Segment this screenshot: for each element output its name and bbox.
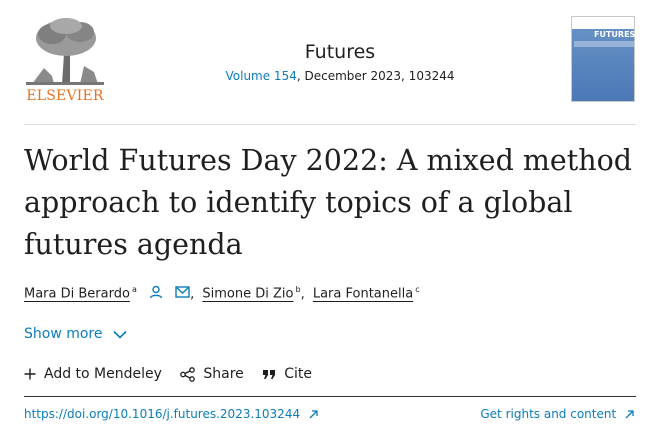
- author-list: Mara Di Berardo a , Simone Di Zio b, Lara …: [24, 285, 420, 303]
- actions-divider: [24, 396, 636, 397]
- share-label: Share: [203, 366, 244, 382]
- rights-link-text: Get rights and content: [480, 407, 617, 421]
- external-link-icon: [309, 410, 318, 419]
- author-2-name[interactable]: Simone Di Zio: [202, 287, 293, 302]
- show-more-button[interactable]: Show more: [24, 326, 127, 342]
- cover-header-band: [572, 17, 634, 29]
- cover-journal-name: FUTURES: [594, 30, 636, 39]
- elsevier-logo[interactable]: ELSEVIER: [24, 16, 106, 104]
- elsevier-wordmark: ELSEVIER: [26, 88, 104, 104]
- journal-issue: Volume 154, December 2023, 103244: [200, 69, 480, 83]
- rights-content-link[interactable]: Get rights and content: [480, 407, 634, 421]
- cite-label: Cite: [284, 366, 313, 382]
- article-title: World Futures Day 2022: A mixed method a…: [24, 144, 632, 261]
- add-to-mendeley-button[interactable]: Add to Mendeley: [24, 366, 162, 382]
- elsevier-tree-icon: [24, 16, 106, 86]
- author-3-name[interactable]: Lara Fontanella: [313, 287, 413, 302]
- author-3-affiliation[interactable]: c: [415, 285, 419, 294]
- plus-icon: [24, 368, 36, 380]
- author-1-affiliation[interactable]: a: [132, 285, 137, 294]
- journal-info: Futures Volume 154, December 2023, 10324…: [200, 40, 480, 83]
- cover-stripe: [574, 41, 634, 47]
- doi-link[interactable]: https://doi.org/10.1016/j.futures.2023.1…: [24, 407, 318, 421]
- author-separator: ,: [300, 286, 305, 302]
- add-to-mendeley-label: Add to Mendeley: [44, 366, 162, 382]
- doi-link-text: https://doi.org/10.1016/j.futures.2023.1…: [24, 407, 301, 421]
- show-more-label: Show more: [24, 326, 103, 342]
- journal-cover-thumbnail[interactable]: FUTURES: [571, 16, 635, 102]
- article-header: ELSEVIER Futures Volume 154, December 20…: [0, 0, 654, 124]
- header-divider: [24, 124, 636, 125]
- author-2-affiliation[interactable]: b: [295, 285, 300, 294]
- share-icon: [180, 366, 196, 382]
- email-icon[interactable]: [175, 286, 190, 302]
- quote-icon: [263, 369, 276, 379]
- author-1-name[interactable]: Mara Di Berardo: [24, 287, 130, 302]
- volume-link[interactable]: Volume 154: [225, 69, 296, 83]
- issue-details: , December 2023, 103244: [296, 69, 455, 83]
- person-icon[interactable]: [149, 285, 163, 303]
- chevron-down-icon: [113, 330, 127, 339]
- article-actions: Add to Mendeley Share Cite: [24, 366, 326, 382]
- cite-button[interactable]: Cite: [262, 366, 312, 382]
- external-link-icon: [625, 410, 634, 419]
- share-button[interactable]: Share: [180, 366, 244, 382]
- journal-title[interactable]: Futures: [200, 40, 480, 64]
- author-separator: ,: [190, 286, 195, 302]
